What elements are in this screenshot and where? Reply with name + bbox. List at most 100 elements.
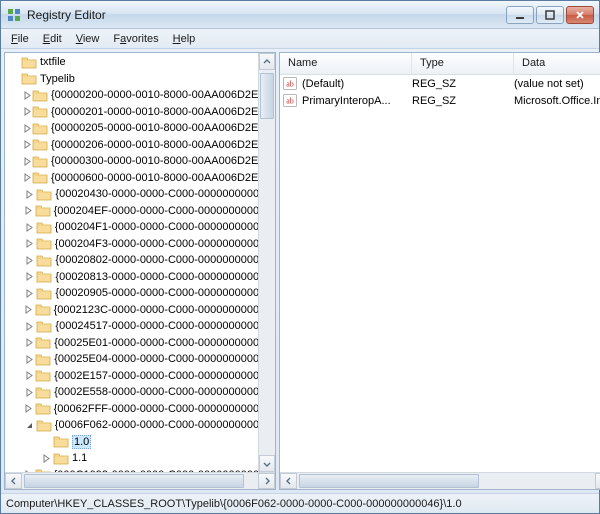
expand-icon[interactable]	[23, 154, 32, 168]
tree-item[interactable]: {00024517-0000-0000-C000-000000000046}	[5, 318, 275, 335]
expand-icon[interactable]	[23, 270, 36, 284]
tree-item[interactable]: {00062FFF-0000-0000-C000-000000000046}	[5, 401, 275, 418]
tree-item[interactable]: {00020905-0000-0000-C000-000000000046}	[5, 285, 275, 302]
folder-icon	[32, 138, 48, 152]
tree-item[interactable]: {0002E558-0000-0000-C000-000000000046}	[5, 384, 275, 401]
expand-icon[interactable]	[23, 402, 35, 416]
tree-item[interactable]: {00000201-0000-0010-8000-00AA006D2EA4}	[5, 104, 275, 121]
tree-item-label: {0002E558-0000-0000-C000-000000000046}	[54, 386, 275, 398]
folder-icon	[35, 402, 51, 416]
folder-icon	[35, 352, 51, 366]
tree-item[interactable]: {000204F3-0000-0000-C000-000000000046}	[5, 236, 275, 253]
scroll-left-icon[interactable]	[5, 473, 22, 489]
scroll-down-icon[interactable]	[259, 455, 275, 472]
expand-icon[interactable]	[23, 385, 35, 399]
minimize-button[interactable]	[506, 6, 534, 24]
cell-data: Microsoft.Office.Inte	[514, 95, 600, 107]
cell-type: REG_SZ	[412, 95, 514, 107]
expand-icon[interactable]	[23, 88, 32, 102]
expand-icon[interactable]	[23, 319, 36, 333]
twisty-none	[7, 55, 21, 69]
tree-view[interactable]: txtfileTypelib{00000200-0000-0010-8000-0…	[5, 53, 275, 489]
cell-data: (value not set)	[514, 78, 600, 90]
collapse-icon[interactable]	[23, 418, 36, 432]
tree-item[interactable]: {00020813-0000-0000-C000-000000000046}	[5, 269, 275, 286]
scroll-left-icon[interactable]	[280, 473, 297, 489]
expand-icon[interactable]	[23, 187, 36, 201]
tree-item[interactable]: txtfile	[5, 54, 275, 71]
expand-icon[interactable]	[23, 253, 36, 267]
expand-icon[interactable]	[23, 352, 35, 366]
tree-item-label: {00000300-0000-0010-8000-00AA006D2EA4}	[51, 155, 275, 167]
expand-icon[interactable]	[23, 336, 35, 350]
maximize-button[interactable]	[536, 6, 564, 24]
tree-item[interactable]: {00020802-0000-0000-C000-000000000046}	[5, 252, 275, 269]
tree-item[interactable]: {00000206-0000-0010-8000-00AA006D2EA4}	[5, 137, 275, 154]
list-row[interactable]: abPrimaryInteropA...REG_SZMicrosoft.Offi…	[280, 92, 600, 109]
tree-item[interactable]: {00025E04-0000-0000-C000-000000000046}	[5, 351, 275, 368]
titlebar[interactable]: Registry Editor	[1, 1, 599, 29]
tree-item[interactable]: 1.0	[5, 434, 275, 451]
expand-icon[interactable]	[39, 451, 53, 465]
header-name[interactable]: Name	[280, 53, 412, 74]
list-view[interactable]: ab(Default)REG_SZ(value not set)abPrimar…	[280, 75, 600, 489]
tree-item[interactable]: {00000600-0000-0010-8000-00AA006D2EA4}	[5, 170, 275, 187]
scroll-thumb-v[interactable]	[260, 73, 274, 119]
expand-icon[interactable]	[23, 237, 36, 251]
expand-icon[interactable]	[23, 171, 32, 185]
scroll-right-icon[interactable]	[595, 473, 600, 489]
header-type[interactable]: Type	[412, 53, 514, 74]
menu-file[interactable]: File	[5, 31, 35, 47]
tree-item[interactable]: {0006F062-0000-0000-C000-000000000046}	[5, 417, 275, 434]
header-data[interactable]: Data	[514, 53, 600, 74]
folder-icon	[36, 187, 52, 201]
expand-icon[interactable]	[23, 204, 35, 218]
tree-item[interactable]: {00000300-0000-0010-8000-00AA006D2EA4}	[5, 153, 275, 170]
tree-item[interactable]: {00025E01-0000-0000-C000-000000000046}	[5, 335, 275, 352]
tree-item[interactable]: {00000200-0000-0010-8000-00AA006D2EA4}	[5, 87, 275, 104]
svg-text:ab: ab	[286, 97, 294, 106]
cell-name: (Default)	[302, 78, 412, 90]
tree-scrollbar-h[interactable]	[5, 472, 275, 489]
folder-icon	[35, 204, 51, 218]
registry-editor-window: Registry Editor File Edit View Favorites…	[0, 0, 600, 514]
scroll-right-icon[interactable]	[258, 473, 275, 489]
menubar: File Edit View Favorites Help	[1, 29, 599, 49]
folder-icon	[35, 336, 51, 350]
tree-item[interactable]: {00000205-0000-0010-8000-00AA006D2EA4}	[5, 120, 275, 137]
tree-item[interactable]: {0002123C-0000-0000-C000-000000000046}	[5, 302, 275, 319]
menu-favorites[interactable]: Favorites	[107, 31, 164, 47]
expand-icon[interactable]	[23, 105, 32, 119]
tree-item[interactable]: {00020430-0000-0000-C000-000000000046}	[5, 186, 275, 203]
tree-item[interactable]: {000204EF-0000-0000-C000-000000000046}	[5, 203, 275, 220]
tree-scrollbar-v[interactable]	[258, 53, 275, 472]
menu-view[interactable]: View	[70, 31, 106, 47]
tree-item[interactable]: Typelib	[5, 71, 275, 88]
scroll-thumb-h[interactable]	[299, 474, 479, 488]
folder-icon	[32, 88, 48, 102]
tree-item[interactable]: 1.1	[5, 450, 275, 467]
list-scrollbar-h[interactable]	[280, 472, 600, 489]
folder-icon	[21, 55, 37, 69]
folder-icon	[36, 418, 52, 432]
folder-icon	[32, 171, 48, 185]
folder-icon	[35, 385, 51, 399]
menu-edit[interactable]: Edit	[37, 31, 68, 47]
expand-icon[interactable]	[23, 121, 32, 135]
expand-icon[interactable]	[23, 303, 35, 317]
tree-item[interactable]: {0002E157-0000-0000-C000-000000000046}	[5, 368, 275, 385]
folder-icon	[35, 369, 51, 383]
window-title: Registry Editor	[27, 8, 506, 22]
tree-item-label: {00000600-0000-0010-8000-00AA006D2EA4}	[51, 172, 275, 184]
scroll-up-icon[interactable]	[259, 53, 275, 70]
scroll-thumb-h[interactable]	[24, 474, 244, 488]
expand-icon[interactable]	[23, 220, 36, 234]
expand-icon[interactable]	[23, 286, 36, 300]
tree-item-label: {000204EF-0000-0000-C000-000000000046}	[54, 205, 275, 217]
tree-item[interactable]: {000204F1-0000-0000-C000-000000000046}	[5, 219, 275, 236]
menu-help[interactable]: Help	[167, 31, 202, 47]
expand-icon[interactable]	[23, 369, 35, 383]
close-button[interactable]	[566, 6, 594, 24]
list-row[interactable]: ab(Default)REG_SZ(value not set)	[280, 75, 600, 92]
expand-icon[interactable]	[23, 138, 32, 152]
